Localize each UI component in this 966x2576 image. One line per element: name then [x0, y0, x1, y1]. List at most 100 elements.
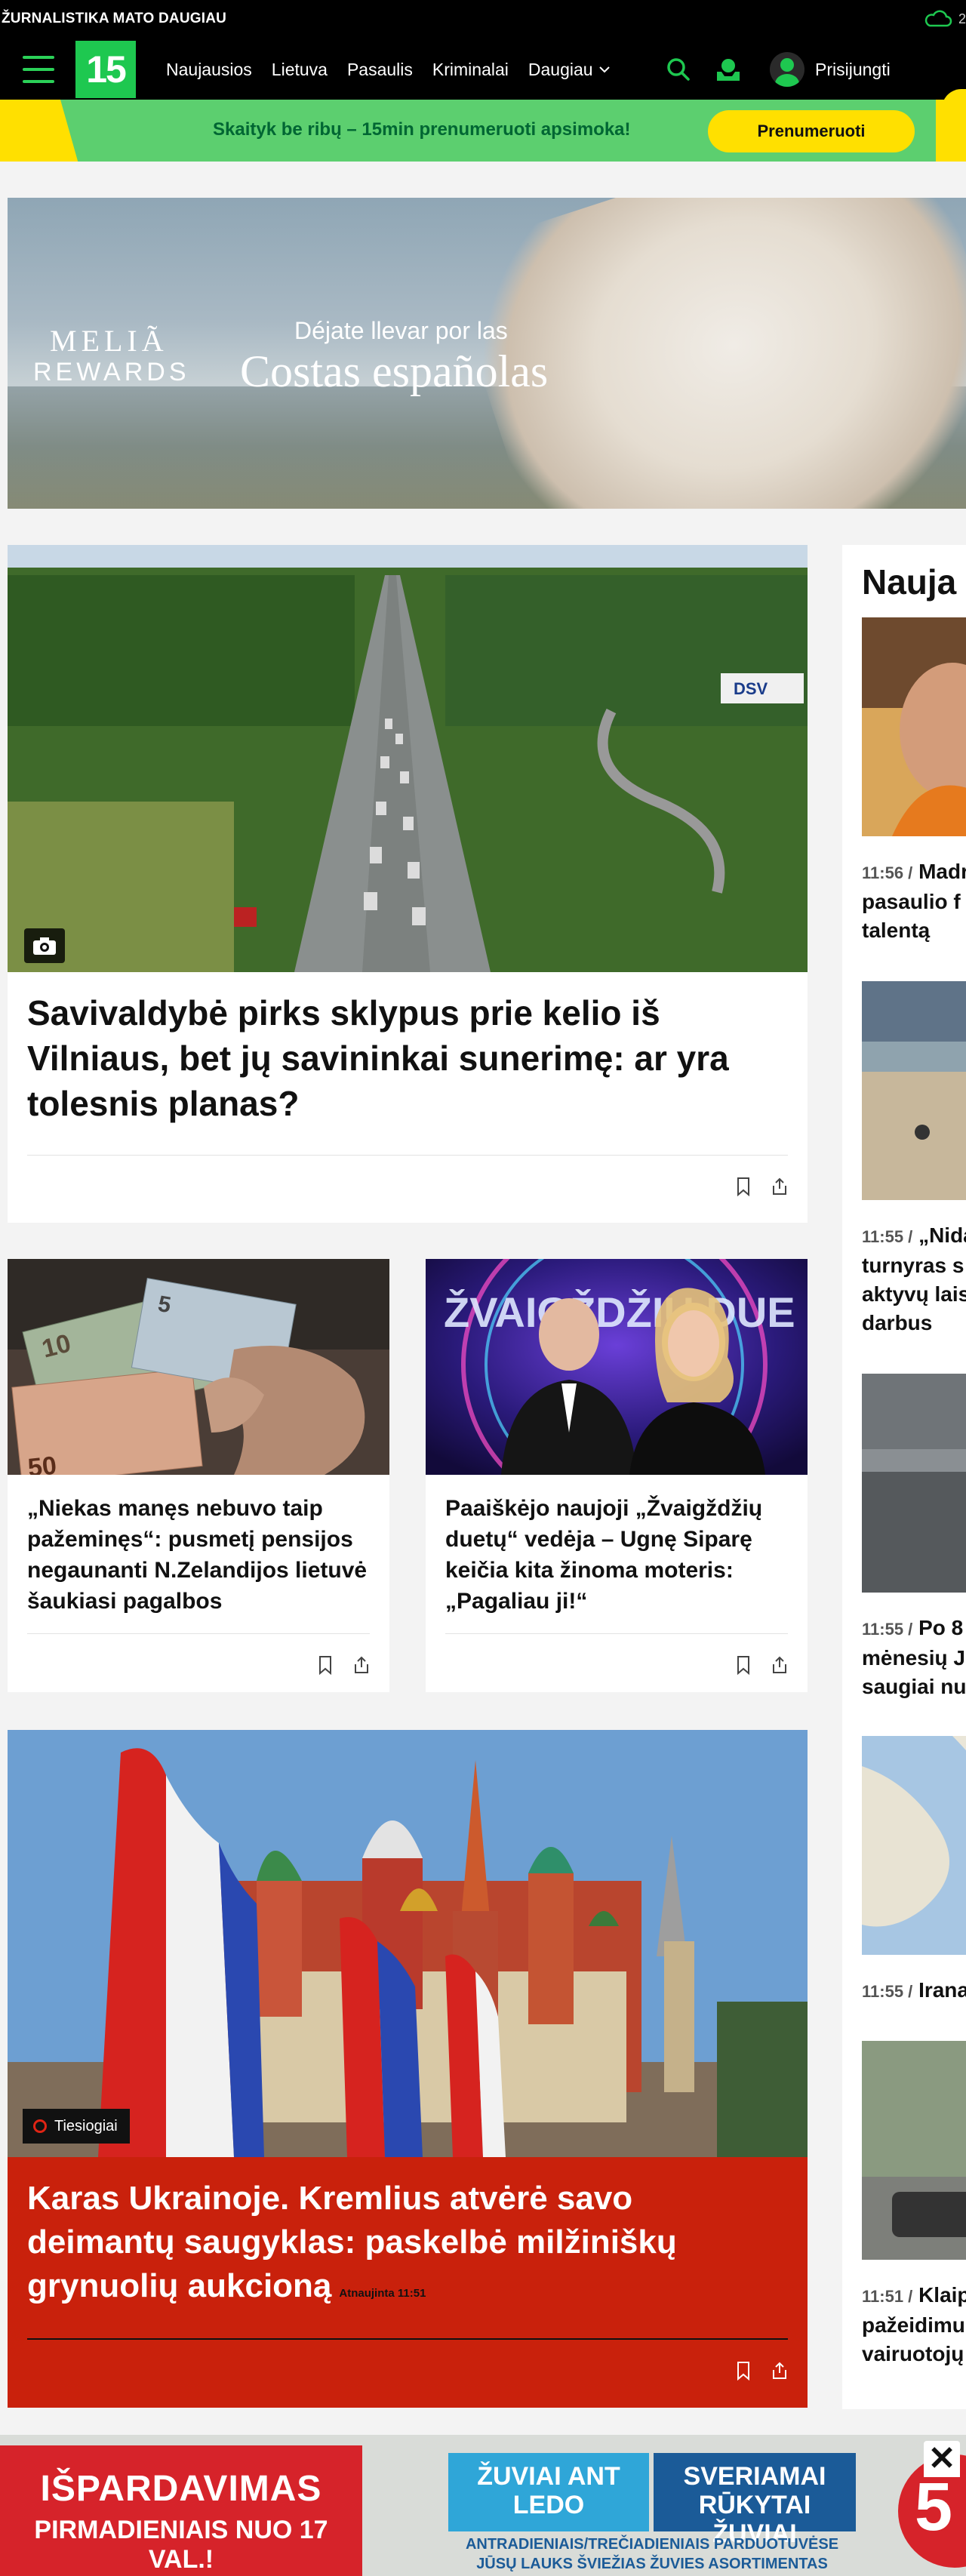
article-title-pension[interactable]: „Niekas manęs nebuvo taip pažeminęs“: pu…	[27, 1493, 374, 1617]
svg-text:50: 50	[26, 1451, 58, 1475]
news-headline-line: aktyvų lais	[862, 1282, 966, 1306]
bookmark-icon[interactable]	[735, 1655, 752, 1675]
news-headline-line: pasaulio f	[862, 890, 961, 913]
news-time: 11:55 /	[862, 1620, 913, 1639]
weather-widget[interactable]: 2	[922, 9, 966, 29]
ad-box-fish-on-ice: ŽUVIAI ANT LEDO	[448, 2453, 649, 2531]
ad-sale-title: IŠPARDAVIMAS	[40, 2469, 322, 2509]
news-headline-line: Irana	[918, 1978, 966, 2002]
live-article-title-text: Karas Ukrainoje. Kremlius atvėrė savo de…	[27, 2180, 677, 2304]
main-article-photo[interactable]: DSV	[8, 545, 808, 972]
article-card-pension[interactable]: 10 50 5 „Niekas manęs nebuvo taip pažemi…	[8, 1259, 389, 1692]
user-icon	[770, 52, 804, 87]
sidebar-news-text: 11:51 / Klaip pažeidimu vairuotojų	[862, 2281, 966, 2368]
nav-links: Naujausios Lietuva Pasaulis Kriminalai D…	[166, 39, 610, 100]
svg-text:DSV: DSV	[734, 679, 768, 698]
share-icon[interactable]	[771, 1655, 788, 1675]
sidebar-news-text: 11:55 / Po 8 mėnesių J saugiai nu	[862, 1614, 966, 1701]
nav-more-dropdown[interactable]: Daugiau	[528, 60, 610, 80]
ad-strap-line: ANTRADIENIAIS/TREČIADIENIAIS PARDUOTUVĖS…	[465, 2536, 839, 2553]
top-strip: ŽURNALISTIKA MATO DAUGIAU 2	[0, 0, 966, 39]
sidebar-news-thumb[interactable]	[862, 617, 966, 836]
latest-news-sidebar: Nauja 11:56 / Madr pasaulio f talentą 11:5…	[842, 545, 966, 2409]
sidebar-news-item[interactable]: 11:51 / Klaip pažeidimu vairuotojų	[862, 2041, 966, 2368]
news-time: 11:56 /	[862, 863, 913, 882]
sidebar-news-thumb[interactable]	[862, 1736, 966, 1955]
news-headline-line: Klaip	[918, 2283, 966, 2307]
sidebar-news-item[interactable]: 11:55 / „Nida turnyras s aktyvų lais darbus	[862, 981, 966, 1337]
bottom-sticky-advertisement[interactable]: IŠPARDAVIMAS PIRMADIENIAIS NUO 17 VAL.! …	[0, 2435, 966, 2576]
login-button[interactable]: Prisijungti	[770, 52, 891, 87]
news-headline-line: saugiai nu	[862, 1675, 966, 1698]
news-headline-line: Po 8	[918, 1616, 964, 1639]
promo-text: Skaityk be ribų – 15min prenumeruoti aps…	[213, 119, 631, 140]
live-dot-icon	[33, 2119, 47, 2133]
sidebar-news-item[interactable]: 11:55 / Irana	[862, 1736, 966, 2006]
inbox-icon[interactable]	[714, 55, 743, 84]
news-headline-line: mėnesių J	[862, 1646, 965, 1670]
subscribe-button[interactable]: Prenumeruoti	[708, 110, 915, 152]
bookmark-icon[interactable]	[735, 1177, 752, 1196]
nav-more-label: Daugiau	[528, 59, 593, 79]
weather-temp: 2	[958, 11, 966, 26]
nav-link-pasaulis[interactable]: Pasaulis	[347, 60, 413, 80]
news-time: 11:51 /	[862, 2287, 913, 2306]
news-time: 11:55 /	[862, 1982, 913, 2001]
show-logo-text: ŽVAIGŽDŽIŲ DUE	[444, 1288, 795, 1336]
sidebar-news-text: 11:55 / Irana	[862, 1976, 966, 2006]
live-updated-time: Atnaujinta 11:51	[339, 2287, 426, 2300]
ad-brand-name: MELIÃ	[50, 324, 168, 358]
ad-box-smoked-fish: SVERIAMAI RŪKYTAI ŽUVIAI	[654, 2453, 856, 2548]
ad-strap: ANTRADIENIAIS/TREČIADIENIAIS PARDUOTUVĖS…	[448, 2534, 856, 2574]
ad-strap-line: JŪSŲ LAUKS ŠVIEŽIAS ŽUVIES ASORTIMENTAS	[476, 2556, 828, 2572]
top-advertisement[interactable]: MELIÃ REWARDS Déjate llevar por las Cost…	[8, 198, 966, 509]
share-icon[interactable]	[353, 1655, 370, 1675]
sidebar-news-text: 11:55 / „Nida turnyras s aktyvų lais darbus	[862, 1221, 966, 1337]
nav-link-naujausios[interactable]: Naujausios	[166, 60, 252, 80]
article-card-show-host[interactable]: ŽVAIGŽDŽIŲ DUE Paaiškėjo naujoji „Žvaigž…	[426, 1259, 808, 1692]
news-headline-line: Madr	[918, 860, 966, 883]
article-title-show-host[interactable]: Paaiškėjo naujoji „Žvaigždžių duetų“ ved…	[445, 1493, 792, 1617]
sidebar-news-item[interactable]: 11:55 / Po 8 mėnesių J saugiai nu	[862, 1374, 966, 1701]
login-label: Prisijungti	[815, 59, 891, 79]
bookmark-icon[interactable]	[317, 1655, 334, 1675]
live-badge: Tiesiogiai	[23, 2109, 130, 2144]
photo-gallery-badge	[24, 928, 65, 963]
article-actions	[27, 1155, 788, 1196]
subscription-promo: Skaityk be ribų – 15min prenumeruoti aps…	[0, 100, 966, 162]
cloud-icon	[924, 10, 952, 27]
main-article-title[interactable]: Savivaldybė pirks sklypus prie kelio iš …	[27, 990, 767, 1126]
sidebar-heading: Nauja	[862, 562, 957, 602]
nav-link-kriminalai[interactable]: Kriminalai	[432, 60, 509, 80]
live-article-title[interactable]: Karas Ukrainoje. Kremlius atvėrė savo de…	[27, 2177, 782, 2316]
sidebar-news-text: 11:56 / Madr pasaulio f talentą	[862, 857, 966, 945]
news-headline-line: talentą	[862, 919, 931, 942]
news-time: 11:55 /	[862, 1227, 913, 1246]
nav-link-lietuva[interactable]: Lietuva	[272, 60, 328, 80]
live-badge-label: Tiesiogiai	[54, 2117, 118, 2134]
ad-sale-block[interactable]: IŠPARDAVIMAS PIRMADIENIAIS NUO 17 VAL.!	[0, 2445, 362, 2576]
close-ad-button[interactable]: ✕	[924, 2441, 960, 2477]
sidebar-news-item[interactable]: 11:56 / Madr pasaulio f talentą	[862, 617, 966, 945]
site-logo[interactable]: 15	[75, 41, 136, 98]
sidebar-news-thumb[interactable]	[862, 1374, 966, 1593]
sidebar-news-thumb[interactable]	[862, 981, 966, 1200]
site-slogan: ŽURNALISTIKA MATO DAUGIAU	[2, 11, 227, 26]
camera-icon	[33, 937, 56, 955]
news-headline-line: turnyras s	[862, 1254, 964, 1277]
share-icon[interactable]	[771, 1177, 788, 1196]
article-photo-money[interactable]: 10 50 5	[8, 1259, 389, 1475]
news-headline-line: „Nida	[918, 1223, 966, 1247]
live-article-card[interactable]: Tiesiogiai Karas Ukrainoje. Kremlius atv…	[8, 1730, 808, 2408]
search-icon[interactable]	[664, 55, 693, 84]
live-article-photo[interactable]: Tiesiogiai	[8, 1730, 808, 2157]
bookmark-icon[interactable]	[735, 2361, 752, 2381]
main-article-card[interactable]: DSV Savivaldybė pirks sklypus prie kelio…	[8, 545, 808, 1223]
share-icon[interactable]	[771, 2361, 788, 2381]
article-photo-hosts[interactable]: ŽVAIGŽDŽIŲ DUE	[426, 1259, 808, 1475]
nav-actions: Prisijungti	[664, 39, 891, 100]
menu-icon[interactable]	[23, 56, 54, 83]
article-actions	[445, 1633, 788, 1675]
sidebar-news-thumb[interactable]	[862, 2041, 966, 2260]
ad-sale-subtitle: PIRMADIENIAIS NUO 17 VAL.!	[34, 2516, 328, 2574]
